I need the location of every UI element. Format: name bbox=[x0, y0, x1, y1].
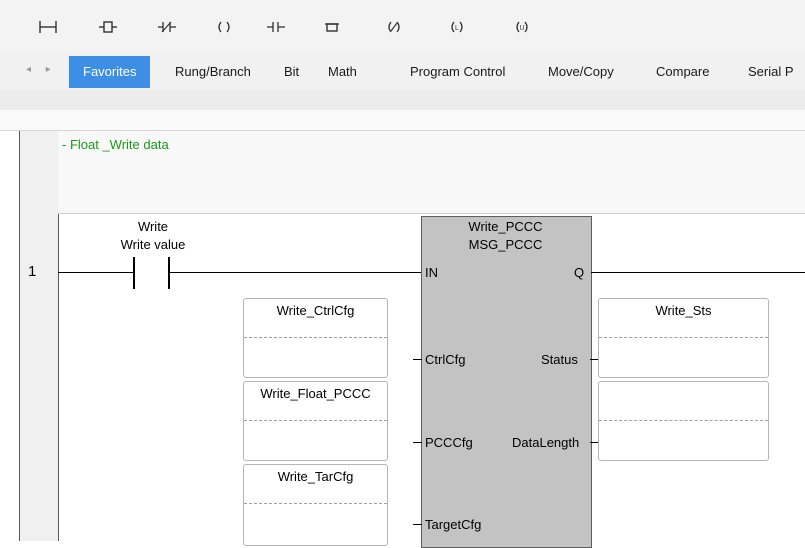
contact-tag[interactable]: Write bbox=[108, 219, 198, 234]
tab-program-control[interactable]: Program Control bbox=[410, 56, 505, 88]
operand-ctrlcfg-tag[interactable]: Write_CtrlCfg bbox=[244, 299, 387, 338]
toolbar-separator bbox=[0, 90, 805, 110]
contact-nc-icon[interactable] bbox=[153, 16, 181, 38]
pin-datalength-label: DataLength bbox=[512, 435, 580, 450]
coil-icon[interactable] bbox=[210, 16, 238, 38]
pin-ctrlcfg-label: CtrlCfg bbox=[425, 352, 466, 367]
pin-targetcfg-label: TargetCfg bbox=[425, 517, 482, 532]
rung-number[interactable]: 1 bbox=[28, 263, 36, 280]
function-block-icon[interactable] bbox=[318, 16, 346, 38]
tab-favorites[interactable]: Favorites bbox=[69, 56, 151, 88]
rung-comment-area[interactable] bbox=[58, 131, 805, 214]
block-type-name: MSG_PCCC bbox=[468, 237, 543, 252]
instruction-toolbar: L U bbox=[0, 0, 805, 50]
operand-status-tag[interactable]: Write_Sts bbox=[599, 299, 768, 338]
operand-datalength[interactable] bbox=[598, 381, 769, 461]
contact-left-plate[interactable] bbox=[133, 257, 135, 289]
rung-icon[interactable] bbox=[34, 16, 62, 38]
pin-status[interactable] bbox=[590, 359, 598, 360]
tab-bit[interactable]: Bit bbox=[284, 56, 299, 88]
tab-math[interactable]: Math bbox=[328, 56, 357, 88]
pin-targetcfg[interactable] bbox=[413, 524, 422, 525]
operand-datalength-tag[interactable] bbox=[599, 382, 768, 421]
operand-targetcfg-tag[interactable]: Write_TarCfg bbox=[244, 465, 387, 504]
pin-status-label: Status bbox=[541, 352, 578, 367]
operand-targetcfg[interactable]: Write_TarCfg bbox=[243, 464, 388, 546]
operand-status[interactable]: Write_Sts bbox=[598, 298, 769, 378]
tab-rung-branch[interactable]: Rung/Branch bbox=[175, 56, 251, 88]
rung-wire bbox=[58, 272, 134, 273]
pin-in-label: IN bbox=[425, 265, 438, 280]
pin-q-label: Q bbox=[574, 265, 585, 280]
contact-right-plate[interactable] bbox=[168, 257, 170, 289]
svg-text:U: U bbox=[519, 25, 524, 32]
tab-serial-port[interactable]: Serial P bbox=[748, 56, 794, 88]
latch-coil-icon[interactable]: L bbox=[443, 16, 471, 38]
operand-pccccfg-tag[interactable]: Write_Float_PCCC bbox=[244, 382, 387, 421]
negated-coil-icon[interactable] bbox=[380, 16, 408, 38]
tab-scroll-arrows[interactable]: ◂ ▸ bbox=[26, 64, 57, 75]
rung-comment[interactable]: - Float _Write data bbox=[62, 137, 169, 152]
contact-description: Write value bbox=[120, 237, 186, 252]
msg-pccc-block[interactable] bbox=[421, 216, 592, 548]
editor-header-strip bbox=[0, 110, 805, 131]
tab-compare[interactable]: Compare bbox=[656, 56, 709, 88]
rung-wire bbox=[170, 272, 421, 273]
pin-ctrlcfg[interactable] bbox=[413, 359, 422, 360]
unlatch-coil-icon[interactable]: U bbox=[508, 16, 536, 38]
operand-pccccfg[interactable]: Write_Float_PCCC bbox=[243, 381, 388, 461]
svg-text:L: L bbox=[455, 25, 459, 32]
block-instance-name[interactable]: Write_PCCC bbox=[421, 219, 590, 234]
branch-icon[interactable] bbox=[94, 16, 122, 38]
tab-move-copy[interactable]: Move/Copy bbox=[548, 56, 614, 88]
instruction-tabs: ◂ ▸ Favorites Rung/Branch Bit Math Progr… bbox=[0, 50, 805, 90]
contact-no-icon[interactable] bbox=[262, 16, 290, 38]
pin-datalength[interactable] bbox=[590, 442, 598, 443]
pin-pccccfg-label: PCCCfg bbox=[425, 435, 473, 450]
operand-ctrlcfg[interactable]: Write_CtrlCfg bbox=[243, 298, 388, 378]
pin-pccccfg[interactable] bbox=[413, 442, 422, 443]
rung-wire-output bbox=[591, 272, 805, 273]
left-power-rail bbox=[19, 131, 59, 541]
